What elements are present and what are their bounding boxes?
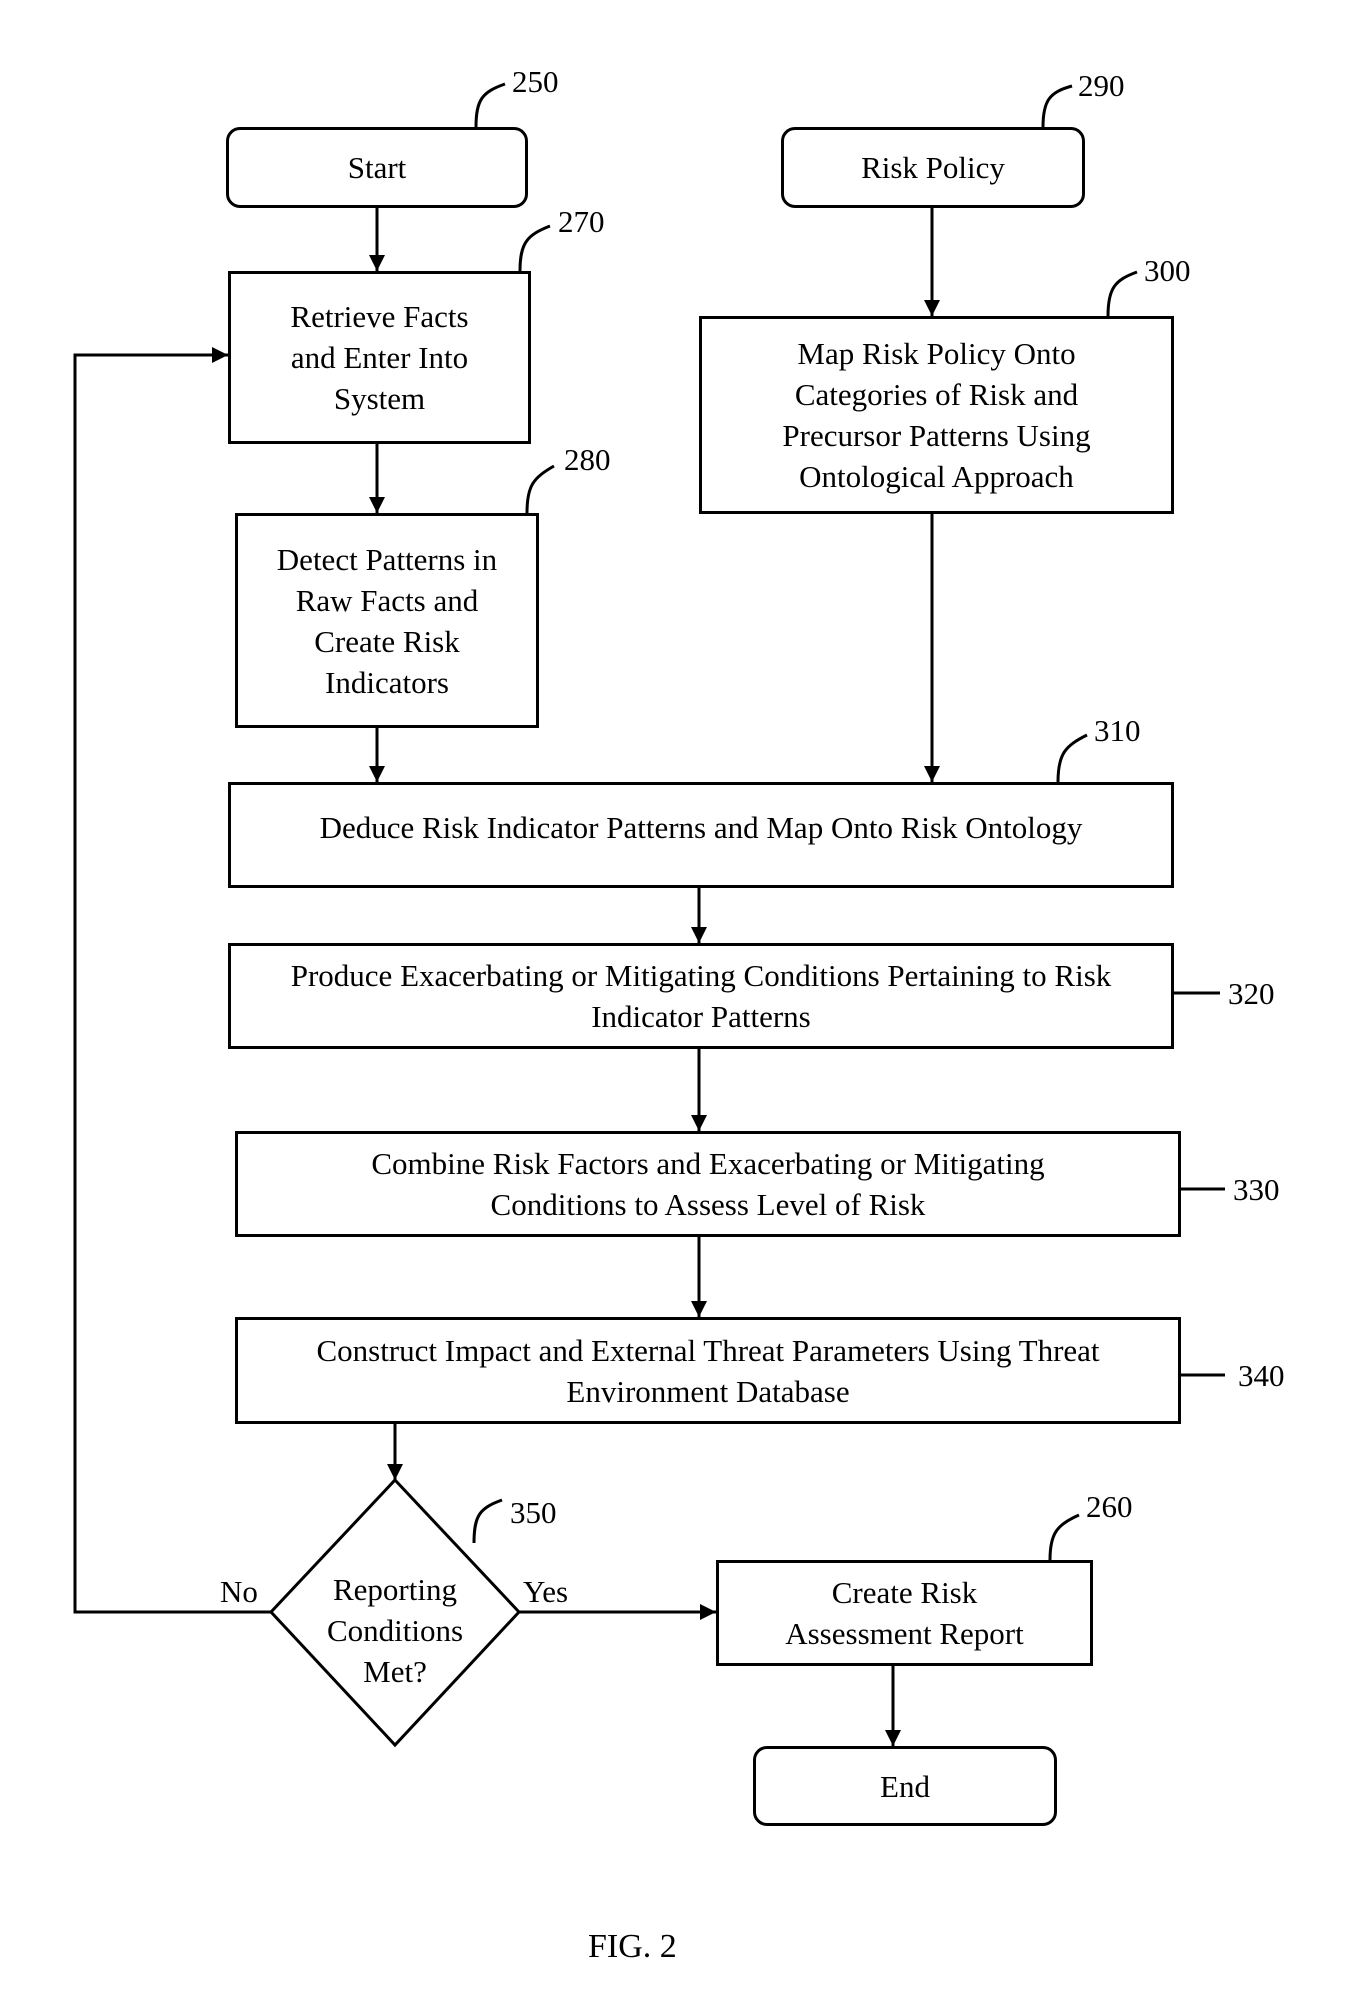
risk-policy-node: Risk Policy [781,127,1085,208]
leader-310 [1056,733,1088,783]
create-report-node: Create Risk Assessment Report [716,1560,1093,1666]
ref-310: 310 [1094,713,1141,748]
ref-260: 260 [1086,1489,1133,1524]
detect-patterns-label: Detect Patterns in Raw Facts and Create … [276,541,498,700]
figure-caption: FIG. 2 [588,1928,677,1965]
risk-policy-label: Risk Policy [861,150,1005,185]
ref-270: 270 [558,204,605,239]
start-node: Start [226,127,528,208]
deduce-patterns-label: Deduce Risk Indicator Patterns and Map O… [319,810,1083,845]
deduce-patterns-node: Deduce Risk Indicator Patterns and Map O… [228,782,1174,888]
leader-300 [1106,270,1138,317]
create-report-label: Create Risk Assessment Report [785,1575,1024,1651]
decision-yes-label: Yes [523,1574,569,1609]
leader-260 [1048,1513,1080,1561]
ref-300: 300 [1144,253,1191,288]
decision-label: Reporting Conditions Met? [327,1572,464,1689]
leader-250 [474,82,506,128]
ref-280: 280 [564,442,611,477]
start-label: Start [347,150,407,185]
retrieve-facts-node: Retrieve Facts and Enter Into System [228,271,531,444]
leader-280 [525,464,555,514]
combine-risk-factors-label: Combine Risk Factors and Exacerbating or… [371,1146,1045,1222]
produce-conditions-node: Produce Exacerbating or Mitigating Condi… [228,943,1174,1049]
ref-350: 350 [510,1495,557,1530]
end-node: End [753,1746,1057,1826]
produce-conditions-label: Produce Exacerbating or Mitigating Condi… [290,958,1112,1034]
ref-330: 330 [1233,1172,1280,1207]
map-risk-policy-node: Map Risk Policy Onto Categories of Risk … [699,316,1174,514]
leader-290 [1041,84,1073,128]
leader-270 [518,224,551,272]
combine-risk-factors-node: Combine Risk Factors and Exacerbating or… [235,1131,1181,1237]
ref-320: 320 [1228,976,1275,1011]
detect-patterns-node: Detect Patterns in Raw Facts and Create … [235,513,539,728]
leader-350 [472,1498,503,1544]
construct-parameters-label: Construct Impact and External Threat Par… [316,1332,1100,1409]
retrieve-facts-label: Retrieve Facts and Enter Into System [290,299,469,416]
map-risk-policy-label: Map Risk Policy Onto Categories of Risk … [782,336,1091,494]
ref-250: 250 [512,64,559,99]
end-label: End [880,1768,930,1804]
ref-340: 340 [1238,1358,1285,1393]
construct-parameters-node: Construct Impact and External Threat Par… [235,1317,1181,1424]
decision-no-label: No [220,1574,258,1609]
ref-290: 290 [1078,68,1125,103]
